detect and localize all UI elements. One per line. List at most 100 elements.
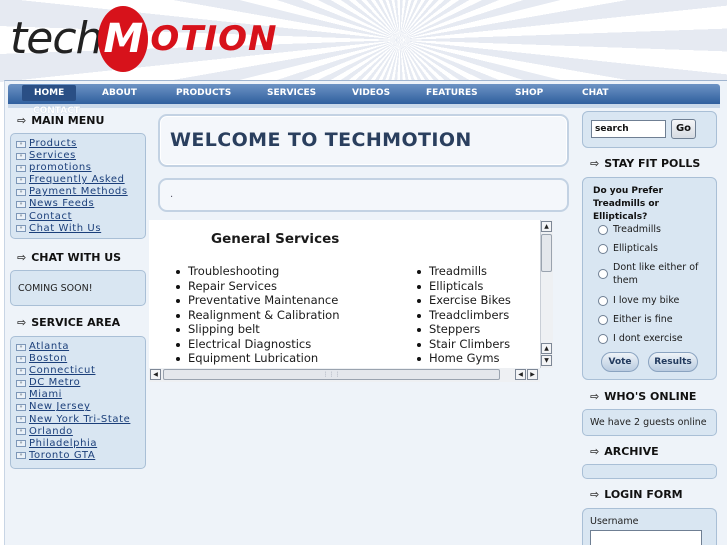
menu-link-products[interactable]: Products (29, 138, 77, 150)
nav-home[interactable]: HOME (22, 85, 77, 101)
menu-link-contact[interactable]: Contact (29, 211, 72, 223)
menu-link-news[interactable]: News Feeds (29, 198, 94, 210)
menu-link-chat[interactable]: Chat With Us (29, 223, 101, 235)
arrow-bullet-icon: » (16, 428, 26, 436)
services-list: Troubleshooting Repair Services Preventa… (173, 264, 340, 366)
list-item: » Services (16, 150, 128, 162)
scroll-up-arrow-icon[interactable]: ▲ (541, 221, 552, 232)
list-item: Home Gyms (414, 351, 511, 366)
intro-text: . (170, 189, 174, 200)
pointing-hand-icon: ⇨ (590, 157, 600, 170)
list-item: » New Jersey (16, 401, 130, 413)
search-input[interactable] (591, 120, 666, 138)
radio-button[interactable] (598, 315, 608, 325)
list-item: » Orlando (16, 426, 130, 438)
vote-button[interactable]: Vote (601, 352, 639, 372)
horizontal-scroll-thumb[interactable]: ⋮⋮⋮ (163, 369, 500, 380)
scroll-up-arrow-icon[interactable]: ▲ (541, 343, 552, 354)
menu-link-payment[interactable]: Payment Methods (29, 186, 128, 198)
arrow-bullet-icon: » (16, 188, 26, 196)
nav-videos[interactable]: VIDEOS (352, 88, 390, 98)
list-item: Preventative Maintenance (173, 293, 340, 308)
area-link-new-jersey[interactable]: New Jersey (29, 401, 90, 413)
page-title: WELCOME TO TECHMOTION (170, 129, 472, 151)
list-item: » New York Tri-State (16, 414, 130, 426)
poll-option[interactable]: Treadmills (598, 223, 710, 236)
nav-features[interactable]: FEATURES (426, 88, 478, 98)
go-button[interactable]: Go (671, 119, 696, 139)
area-link-toronto[interactable]: Toronto GTA (29, 450, 95, 462)
radio-button[interactable] (598, 296, 608, 306)
poll-option[interactable]: I love my bike (598, 294, 710, 307)
arrow-bullet-icon: » (16, 355, 26, 363)
arrow-bullet-icon: » (16, 367, 26, 375)
vertical-scroll-thumb[interactable] (541, 234, 552, 272)
radio-button[interactable] (598, 269, 608, 279)
list-item: Exercise Bikes (414, 293, 511, 308)
username-input[interactable] (590, 530, 702, 545)
poll-box: Do you Prefer Treadmills or Ellipticals?… (582, 177, 717, 380)
pointing-hand-icon: ⇨ (17, 316, 27, 329)
nav-shop[interactable]: SHOP (515, 88, 543, 98)
techmotion-logo[interactable]: tech M OTION (10, 6, 278, 72)
area-link-boston[interactable]: Boston (29, 353, 67, 365)
radio-button[interactable] (598, 225, 608, 235)
area-link-connecticut[interactable]: Connecticut (29, 365, 95, 377)
poll-option[interactable]: I dont exercise (598, 332, 710, 345)
scroll-left-arrow-icon[interactable]: ◀ (515, 369, 526, 380)
username-label: Username (590, 516, 639, 527)
list-item: » Miami (16, 389, 130, 401)
archive-box (582, 464, 717, 479)
search-box: Go (582, 111, 717, 148)
menu-link-services[interactable]: Services (29, 150, 76, 162)
nav-services[interactable]: SERVICES (267, 88, 316, 98)
radio-button[interactable] (598, 334, 608, 344)
guests-online-text: We have 2 guests online (590, 417, 707, 428)
list-item: Equipment Lubrication (173, 351, 340, 366)
arrow-bullet-icon: » (16, 176, 26, 184)
nav-chat[interactable]: CHAT (582, 88, 609, 98)
list-item: » Atlanta (16, 341, 130, 353)
list-item: Slipping belt (173, 322, 340, 337)
arrow-bullet-icon: » (16, 416, 26, 424)
menu-link-faq[interactable]: Frequently Asked (29, 174, 125, 186)
area-link-new-york[interactable]: New York Tri-State (29, 414, 130, 426)
scroll-right-arrow-icon[interactable]: ▶ (527, 369, 538, 380)
nav-about[interactable]: ABOUT (102, 88, 137, 98)
area-link-philadelphia[interactable]: Philadelphia (29, 438, 97, 450)
arrow-bullet-icon: » (16, 391, 26, 399)
results-button[interactable]: Results (648, 352, 698, 372)
list-item: Electrical Diagnostics (173, 337, 340, 352)
horizontal-scrollbar[interactable]: ◀ ⋮⋮⋮ ◀ ▶ (149, 368, 540, 382)
area-link-dc-metro[interactable]: DC Metro (29, 377, 80, 389)
vertical-scrollbar[interactable]: ▲ ▲ ▼ (540, 220, 553, 368)
pointing-hand-icon: ⇨ (590, 445, 600, 458)
list-item: » Contact (16, 211, 128, 223)
arrow-bullet-icon: » (16, 440, 26, 448)
chat-title: ⇨ CHAT WITH US (17, 251, 122, 264)
area-link-atlanta[interactable]: Atlanta (29, 341, 69, 353)
chat-coming-soon: COMING SOON! (18, 283, 93, 294)
list-item: » DC Metro (16, 377, 130, 389)
poll-option[interactable]: Either is fine (598, 313, 710, 326)
scroll-left-arrow-icon[interactable]: ◀ (150, 369, 161, 380)
services-heading: General Services (211, 231, 340, 247)
pointing-hand-icon: ⇨ (17, 114, 27, 127)
radio-button[interactable] (598, 244, 608, 254)
list-item: » News Feeds (16, 198, 128, 210)
list-item: » Philadelphia (16, 438, 130, 450)
area-link-miami[interactable]: Miami (29, 389, 62, 401)
poll-option[interactable]: Ellipticals (598, 242, 710, 255)
poll-option[interactable]: Dont like either of them (598, 261, 710, 287)
main-menu-box: » Products » Services » promotions » Frequen… (10, 133, 146, 239)
area-link-orlando[interactable]: Orlando (29, 426, 73, 438)
arrow-bullet-icon: » (16, 452, 26, 460)
scroll-down-arrow-icon[interactable]: ▼ (541, 355, 552, 366)
menu-link-promotions[interactable]: promotions (29, 162, 92, 174)
login-title: ⇨ LOGIN FORM (590, 488, 683, 501)
archive-title: ⇨ ARCHIVE (590, 445, 659, 458)
service-area-box: » Atlanta » Boston » Connecticut » DC Metro … (10, 336, 146, 469)
list-item: » Connecticut (16, 365, 130, 377)
nav-products[interactable]: PRODUCTS (176, 88, 231, 98)
list-item: Treadclimbers (414, 308, 511, 323)
